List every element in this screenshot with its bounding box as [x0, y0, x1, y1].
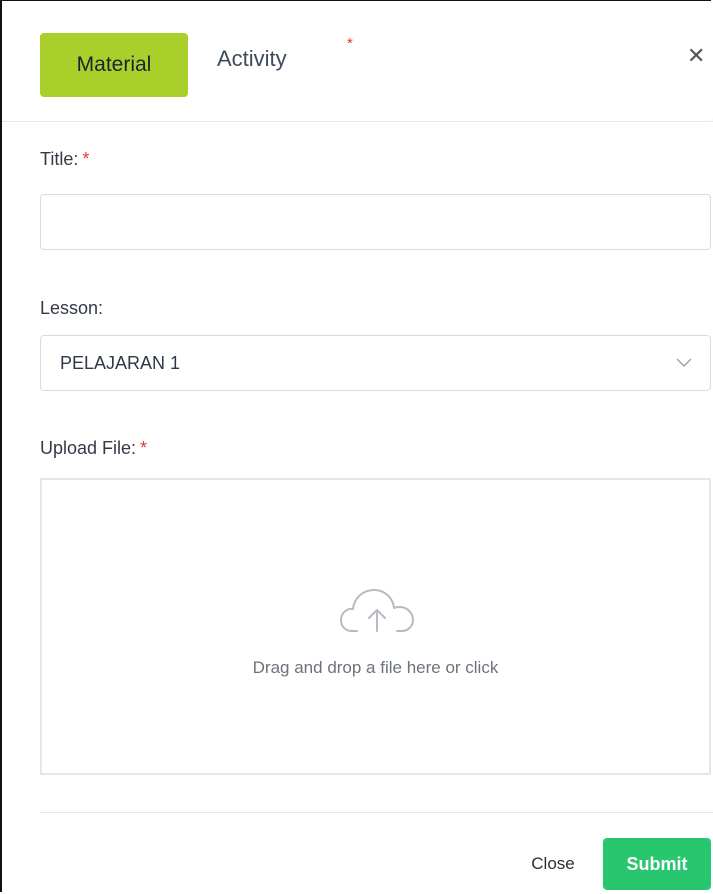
tab-material-label: Material	[76, 53, 152, 76]
footer-divider	[40, 812, 713, 813]
close-button[interactable]: Close	[517, 841, 589, 887]
lesson-selected-value: PELAJARAN 1	[60, 353, 181, 373]
upload-label: Upload File: *	[40, 438, 147, 459]
title-label: Title: *	[40, 149, 89, 170]
tab-material[interactable]: Material	[40, 33, 188, 97]
dropzone-hint: Drag and drop a file here or click	[252, 658, 499, 677]
title-required-marker: *	[82, 149, 90, 169]
submit-button[interactable]: Submit	[603, 838, 711, 890]
modal-dialog: Material Activity * ✕ Title: * Lesson: PE…	[0, 0, 713, 892]
modal-header: Material Activity * ✕	[2, 1, 713, 122]
chevron-down-icon	[676, 358, 692, 367]
lesson-label: Lesson:	[40, 298, 104, 318]
tab-activity-required-marker: *	[347, 35, 353, 52]
cloud-upload-icon	[340, 589, 414, 632]
tab-activity[interactable]: Activity	[217, 46, 287, 72]
title-label-text: Title:	[40, 149, 79, 169]
tab-activity-label: Activity	[217, 46, 287, 71]
lesson-select[interactable]: PELAJARAN 1	[40, 335, 711, 391]
title-input[interactable]	[40, 194, 711, 250]
upload-required-marker: *	[140, 438, 148, 458]
upload-label-text: Upload File:	[40, 438, 137, 458]
file-dropzone[interactable]: Drag and drop a file here or click	[40, 478, 711, 775]
close-icon[interactable]: ✕	[687, 43, 705, 69]
